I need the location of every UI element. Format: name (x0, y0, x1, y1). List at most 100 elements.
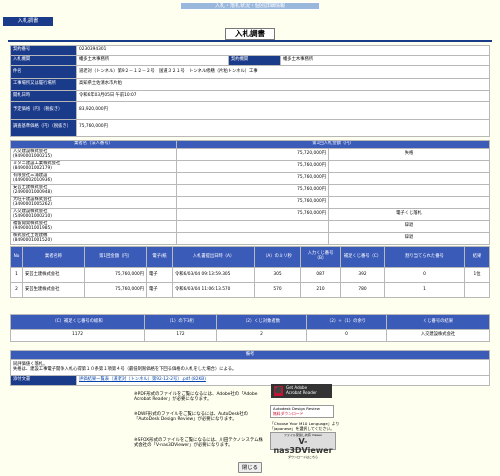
calc-header: （1）の下3桁 (144, 313, 217, 331)
adobe-icon-text: Acrobat Reader (286, 390, 317, 395)
dwf-note: ※DWF形式のファイルをご覧になるには、AutoDesk社の「AutoDesk … (134, 412, 249, 423)
info-label: 入札機関 (10, 55, 77, 67)
lottery-amount: 75,760,000円 (84, 282, 147, 298)
bidder-corp-number: (9490001000215) (13, 153, 52, 159)
lottery-no: 2 (10, 282, 23, 298)
lottery-b: 087 (300, 267, 341, 283)
lottery-header: 補足くじ番号（C） (340, 246, 385, 268)
bid-note (328, 184, 490, 197)
remarks-line: 失格は、建設工事電子開争入札心得第１０条第１項第４号（最低制限価格を下回る価格の… (13, 366, 237, 372)
vnas-icon-text: V-nas3DViewer (273, 437, 333, 455)
bid-row: 福留開発株式会社 (9490001001985) 辞退 (10, 220, 490, 233)
bid-row: 有限会社三浦建設 (4490002010936) 75,760,000円 (10, 172, 490, 185)
lottery-ms: 305 (254, 267, 301, 283)
bidder-corp-number: (9490001001985) (13, 225, 52, 231)
vnas-viewer-download-icon[interactable]: ファイル受渡し共有 Viewer V-nas3DViewer ダウンロードはこち… (270, 432, 336, 459)
lottery-result (464, 282, 490, 298)
lottery-row: 2 安芸生建株式会社 75,760,000円 電子 令和6/03/04 11:0… (10, 282, 490, 298)
calc-header: （2）÷（1）の余り (306, 313, 387, 331)
bid-note (328, 172, 490, 185)
page-title: 入札調書 (225, 28, 275, 40)
design-review-download-icon[interactable]: Autodesk Design Review 無料ダウンロード (270, 405, 334, 418)
lottery-b: 210 (300, 282, 341, 298)
bid-note: 辞退 (328, 232, 490, 245)
info-label: 契約番号 (10, 44, 77, 57)
lottery-type: 電子 (146, 282, 173, 298)
lottery-assigned: 0 (384, 267, 465, 283)
lottery-c: 392 (340, 267, 385, 283)
lottery-ms: 570 (254, 282, 301, 298)
pdf-note: ※PDF形式のファイルをご覧になるには、Adobe社の「Adobe Acroba… (134, 392, 258, 403)
bid-note: 失格 (328, 148, 490, 161)
bid-amount: 75,760,000円 (176, 160, 329, 173)
remarks-table: 備考 同評価値く落札。 失格は、建設工事電子開争入札心得第１０条第１項第４号（最… (10, 350, 490, 386)
remarks-text: 同評価値く落札。 失格は、建設工事電子開争入札心得第１０条第１項第４号（最低制限… (10, 359, 490, 376)
lottery-header: 第1回金額（円） (84, 246, 147, 268)
info-row: 工事場所又は履行場所 高知県土佐清水市片粕 (10, 77, 490, 91)
bidder-corp-number: (4490002010936) (13, 177, 52, 183)
bid-amount: 75,760,000円 (176, 196, 329, 209)
lottery-name: 安芸生建株式会社 (22, 282, 85, 298)
title-rule (8, 40, 492, 42)
bid-note (328, 160, 490, 173)
close-button[interactable]: 閉じる (238, 462, 262, 473)
info-row: 開札日時 令和6年03月05日 午前10:07 (10, 89, 490, 103)
bid-row: 入交建設株式会社 (5490001000210) 75,760,000円 電子くじ落札 (10, 208, 490, 221)
info-row: 予定価格（円）（税抜き） 83,920,000円 (10, 101, 490, 120)
bid-note (328, 196, 490, 209)
bidder-corp-number: (8490001002179) (13, 165, 52, 171)
info-label: 契約機関 (228, 55, 281, 67)
attachment-label: 添付文書 (10, 375, 77, 386)
info-value: 0230394301 (76, 44, 490, 57)
lottery-no: 1 (10, 267, 23, 283)
bid-amount: 75,760,000円 (176, 184, 329, 197)
info-value: 高知県土佐清水市片粕 (76, 77, 490, 91)
calc-header: （C）補足くじ番号の総和 (10, 313, 145, 331)
lottery-name: 安芸土建株式会社 (22, 267, 85, 283)
bidder-corp-number: (2490001000948) (13, 189, 52, 195)
calc-value: 入交建設株式会社 (386, 329, 490, 342)
bid-row: 株式会社土佐建機 (8490001001520) 辞退 (10, 232, 490, 245)
dr-icon-text: 無料ダウンロード (273, 410, 304, 416)
contract-info-table: 契約番号 0230394301 入札機関 幡多土木事務所 契約機関 幡多土木事務… (10, 44, 490, 138)
lottery-type: 電子 (146, 267, 173, 283)
info-label: 調査基準価格（円）（税抜き） (10, 118, 77, 138)
bidder-corp-number: (5490001000210) (13, 213, 52, 219)
bid-header-name: 業者名（法人番号） (10, 140, 177, 149)
info-value: 道老対（トンネル）第9２－１２－２号 国道３２１号 トンネル修繕（片粕トンネル）… (76, 65, 490, 79)
lottery-header: 割り当てられた番号 (384, 246, 465, 268)
attachment-link[interactable]: 評価結果一覧表（道老対（トンネル）第92-12-2号）.pdf (82KB) (79, 377, 206, 382)
bid-header-amount: 第1回入札金額（円） (176, 140, 490, 149)
calc-value: 1172 (10, 329, 145, 342)
info-value: 75,760,000円 (76, 118, 490, 138)
lottery-header: 業者名称 (22, 246, 85, 268)
bid-row: 安芸土建株式会社 (2490001000948) 75,760,000円 (10, 184, 490, 197)
lottery-row: 1 安芸土建株式会社 75,760,000円 電子 令和6/03/04 09:1… (10, 267, 490, 283)
calc-header: くじ番号の結果 (386, 313, 490, 331)
lottery-header: 結果 (464, 246, 490, 268)
remarks-header: 備考 (10, 350, 490, 360)
section-tag: 入札調書 (3, 17, 53, 26)
info-label: 件名 (10, 65, 77, 79)
lottery-datetime: 令和6/03/04 09:13:59.305 (172, 267, 255, 283)
bid-row: ミタニ建設工業株式会社 (8490001002179) 75,760,000円 (10, 160, 490, 173)
bid-amount (176, 220, 329, 233)
info-row: 入札機関 幡多土木事務所 契約機関 幡多土木事務所 (10, 55, 490, 67)
calc-value: 0 (306, 329, 387, 342)
vnas-icon-text: ダウンロードはこちら (287, 455, 318, 459)
bid-table: 業者名（法人番号） 第1回入札金額（円） 入交建設株式会社 (9490001000… (10, 140, 490, 245)
lottery-header: 電子/紙 (146, 246, 173, 268)
bid-amount: 75,760,000円 (176, 172, 329, 185)
pdf-icon: ⬛ (274, 386, 283, 396)
info-value: 幡多土木事務所 (280, 55, 490, 67)
lottery-amount: 75,760,000円 (84, 267, 147, 283)
window-title: 入札・落札状況・個別詳細情報 (180, 2, 320, 10)
info-value: 令和6年03月05日 午前10:07 (76, 89, 490, 103)
adobe-reader-download-icon[interactable]: ⬛ Get Adobe Acrobat Reader (271, 384, 332, 398)
bid-amount (176, 232, 329, 245)
info-row: 調査基準価格（円）（税抜き） 75,760,000円 (10, 118, 490, 138)
m10-note: 「Choose Your M10 Language」より「Japanese」を選… (270, 421, 340, 431)
lottery-assigned: 1 (384, 282, 465, 298)
lottery-header: No (10, 246, 23, 268)
calc-value: 2 (216, 329, 307, 342)
